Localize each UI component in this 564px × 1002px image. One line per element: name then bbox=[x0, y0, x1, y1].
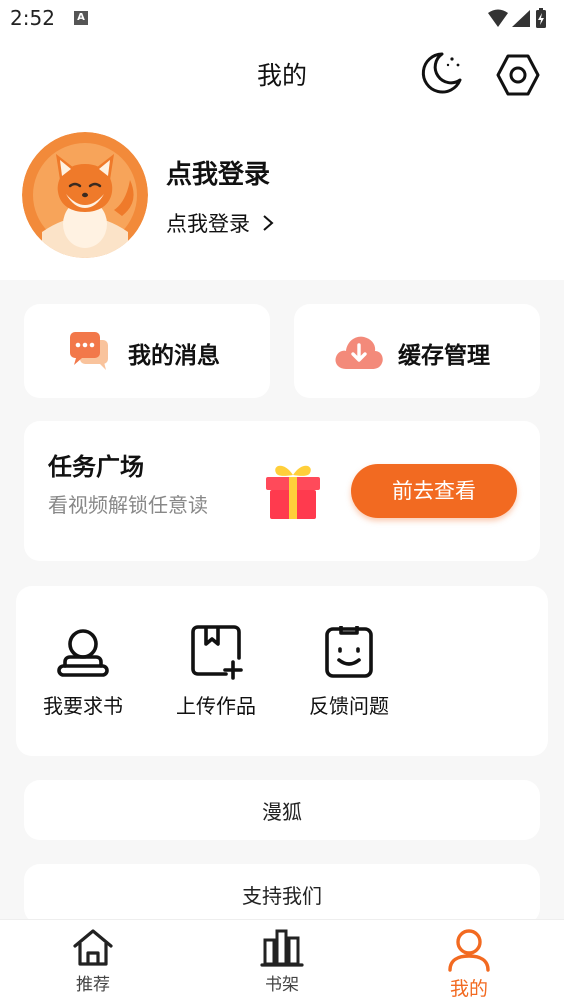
feedback-icon bbox=[325, 626, 373, 678]
support-us-label: 支持我们 bbox=[242, 884, 322, 908]
page-title: 我的 bbox=[256, 61, 307, 90]
status-bar: 2:52 A bbox=[0, 0, 564, 38]
home-icon bbox=[73, 929, 113, 966]
bookshelf-icon bbox=[260, 929, 304, 967]
cloud-download-icon bbox=[335, 336, 383, 369]
task-plaza-card: 任务广场 看视频解锁任意读 前去查看 bbox=[24, 421, 540, 561]
tools-card: 我要求书 上传作品 反馈问题 bbox=[16, 586, 548, 756]
nav-mine[interactable]: 我的 bbox=[424, 928, 514, 1001]
request-book-label: 我要求书 bbox=[43, 694, 123, 718]
battery-icon bbox=[536, 8, 546, 28]
my-messages-button[interactable]: 我的消息 bbox=[24, 304, 270, 398]
login-link[interactable]: 点我登录 bbox=[166, 208, 274, 238]
bottom-nav: 推荐 书架 我的 bbox=[0, 919, 564, 1002]
upload-work-icon bbox=[191, 625, 243, 680]
settings-button[interactable] bbox=[495, 52, 541, 98]
manhu-label: 漫狐 bbox=[262, 800, 302, 824]
nav-bookshelf[interactable]: 书架 bbox=[237, 928, 327, 995]
upload-work-button[interactable]: 上传作品 bbox=[161, 624, 271, 719]
nav-recommend[interactable]: 推荐 bbox=[48, 928, 138, 995]
wifi-icon bbox=[488, 9, 508, 27]
nav-mine-label: 我的 bbox=[449, 978, 488, 1000]
support-us-row[interactable]: 支持我们 bbox=[24, 864, 540, 924]
signal-icon bbox=[512, 10, 530, 27]
user-icon bbox=[448, 929, 490, 972]
gift-icon bbox=[266, 465, 320, 519]
feedback-label: 反馈问题 bbox=[309, 694, 389, 718]
settings-hexagon-icon bbox=[496, 54, 540, 96]
my-messages-label: 我的消息 bbox=[128, 343, 220, 369]
profile-name[interactable]: 点我登录 bbox=[166, 154, 270, 191]
nav-bookshelf-label: 书架 bbox=[265, 975, 299, 995]
avatar[interactable] bbox=[22, 132, 148, 258]
chat-bubbles-icon bbox=[70, 332, 108, 370]
feedback-button[interactable]: 反馈问题 bbox=[294, 624, 404, 719]
status-icons bbox=[486, 8, 552, 34]
notification-icon: A bbox=[74, 11, 88, 25]
profile-header: 我的 点我登录 点我登录 bbox=[0, 38, 564, 280]
request-book-icon bbox=[57, 629, 109, 677]
task-plaza-title: 任务广场 bbox=[48, 453, 144, 481]
night-mode-button[interactable] bbox=[418, 50, 464, 96]
upload-work-label: 上传作品 bbox=[176, 694, 256, 718]
task-plaza-subtitle: 看视频解锁任意读 bbox=[48, 493, 208, 517]
request-book-button[interactable]: 我要求书 bbox=[28, 624, 138, 719]
go-view-button[interactable]: 前去查看 bbox=[351, 464, 517, 518]
moon-icon bbox=[421, 52, 462, 94]
cache-management-button[interactable]: 缓存管理 bbox=[294, 304, 540, 398]
fox-avatar-icon bbox=[22, 132, 148, 258]
nav-recommend-label: 推荐 bbox=[76, 975, 110, 995]
manhu-row[interactable]: 漫狐 bbox=[24, 780, 540, 840]
cache-management-label: 缓存管理 bbox=[398, 343, 490, 369]
status-time: 2:52 bbox=[10, 6, 55, 30]
chevron-right-icon bbox=[263, 215, 274, 231]
login-link-label: 点我登录 bbox=[166, 212, 250, 236]
